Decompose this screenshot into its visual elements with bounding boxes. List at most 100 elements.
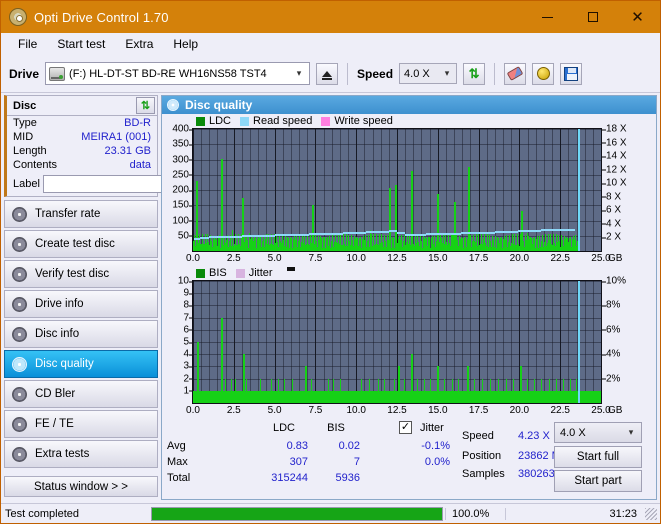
x-tick-label: 15.0 — [428, 253, 448, 264]
sidebar-item-create-test-disc[interactable]: Create test disc — [4, 230, 158, 258]
read-speed-line-segment — [377, 230, 389, 233]
eject-button[interactable] — [316, 62, 339, 85]
stats-avg-ldc: 0.83 — [286, 440, 308, 452]
stats-total-ldc: 315244 — [271, 472, 308, 484]
y2-tick-label: 6 X — [601, 204, 622, 216]
erase-button[interactable] — [504, 62, 527, 85]
save-icon — [564, 66, 579, 81]
y-tick-label: 350 — [172, 138, 192, 150]
tools-icon — [536, 67, 550, 80]
maximize-button[interactable] — [570, 1, 615, 33]
x-tick-label: 17.5 — [468, 405, 489, 416]
sidebar-item-cd-bler[interactable]: CD Bler — [4, 380, 158, 408]
jitter-checkbox[interactable]: ✓ — [399, 421, 412, 434]
stats-avg-jitter: -0.1% — [421, 440, 450, 452]
stats-avg-bis: 0.02 — [338, 440, 360, 452]
tools-button[interactable] — [532, 62, 555, 85]
bis-plot-wrap: 1 2 3 4 5 6 7 8 9 10 2% 4% 6% 8% 10% — [162, 276, 656, 404]
y-tick-label: 400 — [172, 123, 192, 135]
menu-item-help[interactable]: Help — [164, 34, 207, 54]
samples-label: Samples — [462, 468, 505, 480]
drive-select-value: (F:) HL-DT-ST BD-RE WH16NS58 TST4 — [69, 67, 267, 80]
data-bar — [393, 378, 395, 403]
read-speed-line-segment — [263, 234, 275, 237]
read-speed-line-segment — [388, 230, 397, 233]
sidebar-item-disc-info[interactable]: Disc info — [4, 320, 158, 348]
data-bar — [327, 378, 329, 403]
ldc-chart: LDC Read speed Write speed 50 100 150 200 25… — [162, 114, 656, 266]
toolbar: Drive (F:) HL-DT-ST BD-RE WH16NS58 TST4 … — [1, 55, 660, 93]
start-full-button[interactable]: Start full — [554, 446, 642, 468]
speed-select[interactable]: 4.0 X ▾ — [399, 63, 458, 84]
chevron-down-icon: ▾ — [296, 68, 302, 78]
x-tick-label: 12.5 — [387, 405, 407, 416]
window-title: Opti Drive Control 1.70 — [34, 9, 169, 25]
data-bar — [284, 378, 286, 403]
save-button[interactable] — [560, 62, 583, 85]
minimize-button[interactable] — [525, 1, 570, 33]
gridline-horizontal — [193, 305, 601, 307]
bis-plot-area[interactable] — [192, 280, 602, 404]
test-speed-select[interactable]: 4.0 X ▾ — [554, 422, 642, 443]
y2-tick-label: 8 X — [601, 191, 622, 203]
drive-select[interactable]: (F:) HL-DT-ST BD-RE WH16NS58 TST4 ▾ — [45, 62, 311, 85]
read-speed-line-segment — [563, 228, 575, 231]
data-bar — [498, 378, 500, 403]
menu-item-file[interactable]: File — [9, 34, 46, 54]
close-button[interactable]: ✕ — [615, 1, 660, 33]
status-window-button[interactable]: Status window > > — [4, 476, 158, 497]
sidebar-item-extra-tests[interactable]: Extra tests — [4, 440, 158, 468]
sidebar-item-transfer-rate[interactable]: Transfer rate — [4, 200, 158, 228]
read-speed-line-segment — [405, 233, 415, 236]
read-speed-line-segment — [483, 231, 495, 234]
disc-icon — [12, 296, 27, 312]
data-bar — [473, 378, 475, 403]
sidebar-item-label: Drive info — [35, 298, 84, 310]
y-tick-label: 2 — [183, 373, 192, 385]
read-speed-line-segment — [414, 233, 427, 236]
disc-refresh-button[interactable]: ⇅ — [136, 97, 155, 114]
sidebar-item-drive-info[interactable]: Drive info — [4, 290, 158, 318]
data-bar — [526, 378, 528, 403]
menu-item-extra[interactable]: Extra — [116, 34, 162, 54]
sidebar-item-label: FE / TE — [35, 418, 74, 430]
data-bar — [467, 366, 470, 403]
progress-bar-fill — [152, 507, 442, 520]
data-bar — [361, 378, 363, 403]
disc-row-key: Length — [13, 145, 47, 157]
gridline-horizontal — [193, 317, 601, 319]
data-bar — [224, 378, 226, 403]
disc-row-value: data — [129, 159, 151, 171]
application-window: Opti Drive Control 1.70 ✕ File Start tes… — [0, 0, 661, 524]
refresh-button[interactable]: ⇅ — [463, 62, 486, 85]
sidebar-item-label: Transfer rate — [35, 208, 101, 220]
sidebar-item-label: Extra tests — [35, 448, 90, 460]
drive-label: Drive — [9, 66, 40, 81]
y-tick-label: 5 — [183, 336, 192, 348]
start-part-button[interactable]: Start part — [554, 470, 642, 492]
legend-swatch-read-speed — [240, 116, 250, 126]
disc-info-panel: Disc ⇅ Type BD-R MID MEIRA1 (001) Length… — [4, 95, 244, 197]
checkmark-icon: ✓ — [400, 421, 411, 433]
menu-item-start-test[interactable]: Start test — [48, 34, 114, 54]
status-bar: Test completed 100.0% 31:23 — [1, 503, 660, 523]
data-bar — [332, 378, 334, 403]
sidebar-item-fe-te[interactable]: FE / TE — [4, 410, 158, 438]
content-panel: Disc quality LDC Read speed Write speed … — [161, 95, 657, 500]
y-tick-label: 150 — [172, 199, 192, 211]
ldc-plot-area[interactable] — [192, 128, 602, 252]
data-bar — [410, 354, 413, 403]
x-tick-label: 22.5 — [550, 405, 570, 416]
disc-row-length: Length 23.31 GB — [7, 144, 157, 158]
read-speed-line-segment — [540, 229, 553, 232]
data-bar — [505, 378, 507, 403]
resize-grip[interactable] — [645, 507, 657, 520]
data-bar — [556, 378, 558, 403]
gridline-horizontal — [193, 281, 601, 282]
sidebar-item-disc-quality[interactable]: Disc quality — [4, 350, 158, 378]
data-bar — [246, 378, 248, 403]
x-tick-label: 0.0 — [186, 253, 200, 264]
disc-panel-header: Disc ⇅ — [7, 96, 157, 116]
sidebar-item-verify-test-disc[interactable]: Verify test disc — [4, 260, 158, 288]
data-bar — [277, 378, 279, 403]
